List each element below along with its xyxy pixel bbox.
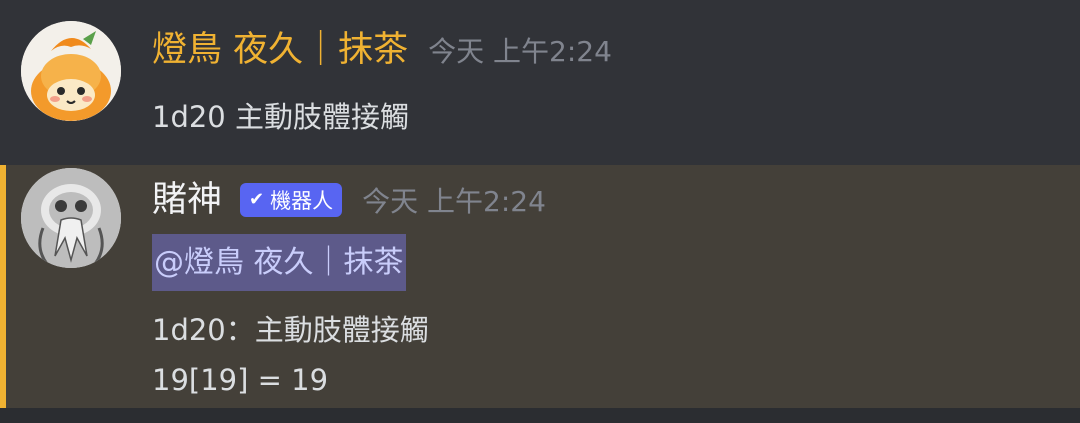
timestamp: 今天 上午2:24 bbox=[362, 185, 546, 218]
checkmark-icon: ✔ bbox=[249, 189, 265, 210]
divider bbox=[0, 408, 1080, 423]
message-header: 燈鳥 夜久｜抹茶 今天 上午2:24 bbox=[152, 28, 612, 72]
username[interactable]: 燈鳥 夜久｜抹茶 bbox=[152, 28, 408, 72]
mention-highlight-bar bbox=[0, 165, 6, 408]
message-2: 賭神 ✔ 機器人 今天 上午2:24 @燈鳥 夜久｜抹茶 1d20：主動肢體接觸… bbox=[0, 165, 1080, 408]
bot-badge-label: 機器人 bbox=[270, 188, 334, 213]
avatar[interactable] bbox=[21, 168, 121, 268]
message-text: 1d20 主動肢體接觸 bbox=[152, 100, 409, 134]
orange-creature-avatar-icon bbox=[21, 21, 121, 121]
timestamp: 今天 上午2:24 bbox=[428, 35, 612, 68]
dice-result-text: 19[19] = 19 bbox=[152, 363, 329, 397]
message-1: 燈鳥 夜久｜抹茶 今天 上午2:24 1d20 主動肢體接觸 bbox=[0, 0, 1080, 165]
message-header: 賭神 ✔ 機器人 今天 上午2:24 bbox=[152, 178, 546, 223]
username[interactable]: 賭神 bbox=[152, 178, 222, 222]
message-text: 1d20：主動肢體接觸 bbox=[152, 313, 429, 347]
bot-badge: ✔ 機器人 bbox=[240, 182, 343, 217]
avatar[interactable] bbox=[21, 21, 121, 121]
stone-statue-avatar-icon bbox=[21, 168, 121, 268]
user-mention[interactable]: @燈鳥 夜久｜抹茶 bbox=[152, 234, 406, 291]
